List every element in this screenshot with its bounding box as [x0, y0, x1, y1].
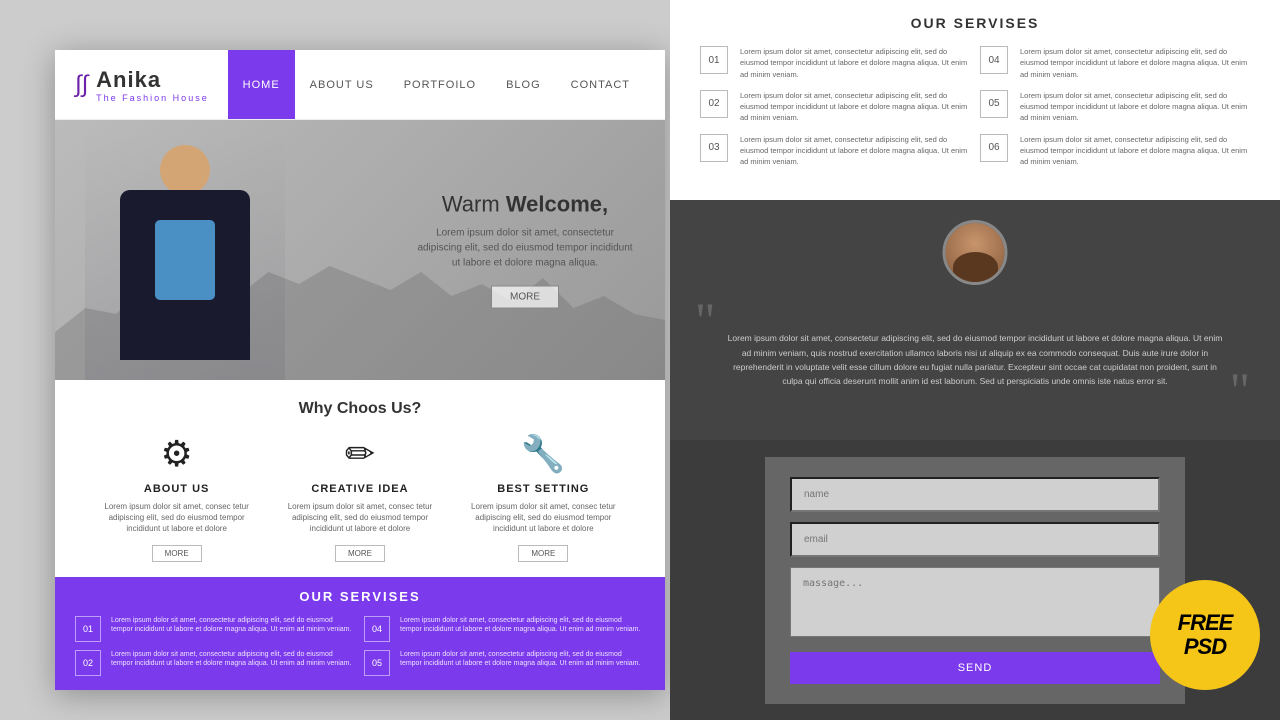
avatar-face: [946, 223, 1005, 282]
contact-form: SEND: [765, 457, 1185, 704]
testimonial-text: Lorem ipsum dolor sit amet, consectetur …: [725, 331, 1225, 389]
service-item-05: 05 Lorem ipsum dolor sit amet, consectet…: [364, 650, 645, 676]
service-num-01: 01: [75, 616, 101, 642]
hero-more-button[interactable]: MORE: [491, 286, 559, 309]
hero-welcome-bold: Welcome,: [506, 192, 608, 217]
person-head: [160, 145, 210, 195]
quote-left-icon: ": [695, 295, 715, 345]
quote-right-icon: ": [1230, 365, 1250, 415]
service-top-num-02: 02: [700, 90, 728, 118]
service-top-num-05: 05: [980, 90, 1008, 118]
hero-section: Warm Welcome, Lorem ipsum dolor sit amet…: [55, 120, 665, 380]
service-num-05: 05: [364, 650, 390, 676]
services-top-grid: 01 Lorem ipsum dolor sit amet, consectet…: [700, 46, 1250, 167]
nav-contact[interactable]: CONTACT: [556, 50, 645, 119]
brand-name: Anika: [96, 67, 209, 93]
send-button[interactable]: SEND: [790, 652, 1160, 684]
service-top-num-04: 04: [980, 46, 1008, 74]
person-silhouette: [105, 140, 265, 380]
nav-home[interactable]: HOME: [228, 50, 295, 119]
site-logo: ∫∫ Anika The Fashion House: [75, 67, 209, 103]
service-top-02: 02 Lorem ipsum dolor sit amet, consectet…: [700, 90, 970, 124]
nav-blog[interactable]: BLOG: [491, 50, 556, 119]
site-header: ∫∫ Anika The Fashion House HOME ABOUT US…: [55, 50, 665, 120]
service-top-text-03: Lorem ipsum dolor sit amet, consectetur …: [740, 134, 970, 168]
hero-person: [85, 130, 285, 380]
why-creative-title: CREATIVE IDEA: [277, 483, 442, 495]
why-creative-desc: Lorem ipsum dolor sit amet, consec tetur…: [277, 501, 442, 535]
service-top-num-01: 01: [700, 46, 728, 74]
why-about-desc: Lorem ipsum dolor sit amet, consec tetur…: [94, 501, 259, 535]
service-top-text-02: Lorem ipsum dolor sit amet, consectetur …: [740, 90, 970, 124]
service-text-02: Lorem ipsum dolor sit amet, consectetur …: [111, 650, 356, 670]
why-choose-title: Why Choos Us?: [85, 400, 635, 418]
why-setting-desc: Lorem ipsum dolor sit amet, consec tetur…: [461, 501, 626, 535]
name-input[interactable]: [790, 477, 1160, 512]
free-psd-badge: FREEPSD: [1150, 580, 1260, 690]
service-text-04: Lorem ipsum dolor sit amet, consectetur …: [400, 616, 645, 636]
service-top-num-06: 06: [980, 134, 1008, 162]
service-top-05: 05 Lorem ipsum dolor sit amet, consectet…: [980, 90, 1250, 124]
service-top-03: 03 Lorem ipsum dolor sit amet, consectet…: [700, 134, 970, 168]
gear-icon: ⚙: [94, 433, 259, 475]
service-top-text-04: Lorem ipsum dolor sit amet, consectetur …: [1020, 46, 1250, 80]
service-item-02: 02 Lorem ipsum dolor sit amet, consectet…: [75, 650, 356, 676]
left-panel: ∫∫ Anika The Fashion House HOME ABOUT US…: [0, 0, 670, 720]
service-text-01: Lorem ipsum dolor sit amet, consectetur …: [111, 616, 356, 636]
hero-welcome: Warm Welcome,: [415, 192, 635, 218]
service-top-text-01: Lorem ipsum dolor sit amet, consectetur …: [740, 46, 970, 80]
brand-tagline: The Fashion House: [96, 93, 209, 103]
right-panel: OUR SERVISES 01 Lorem ipsum dolor sit am…: [670, 0, 1280, 720]
services-top-title: OUR SERVISES: [700, 15, 1250, 31]
why-setting-title: BEST SETTING: [461, 483, 626, 495]
why-items-container: ⚙ ABOUT US Lorem ipsum dolor sit amet, c…: [85, 433, 635, 562]
why-item-creative: ✏ CREATIVE IDEA Lorem ipsum dolor sit am…: [277, 433, 442, 562]
website-mockup: ∫∫ Anika The Fashion House HOME ABOUT US…: [55, 50, 665, 690]
logo-icon: ∫∫: [75, 71, 88, 99]
email-input[interactable]: [790, 522, 1160, 557]
person-body: [120, 190, 250, 360]
hero-description: Lorem ipsum dolor sit amet, consectetur …: [415, 226, 635, 271]
why-about-title: ABOUT US: [94, 483, 259, 495]
service-top-04: 04 Lorem ipsum dolor sit amet, consectet…: [980, 46, 1250, 80]
service-item-01: 01 Lorem ipsum dolor sit amet, consectet…: [75, 616, 356, 642]
why-setting-button[interactable]: MORE: [518, 545, 568, 562]
why-item-setting: 🔧 BEST SETTING Lorem ipsum dolor sit ame…: [461, 433, 626, 562]
why-choose-section: Why Choos Us? ⚙ ABOUT US Lorem ipsum dol…: [55, 380, 665, 577]
person-shirt: [155, 220, 215, 300]
free-psd-text: FREEPSD: [1178, 611, 1233, 659]
testimonial-avatar: [943, 220, 1008, 285]
service-num-02: 02: [75, 650, 101, 676]
why-item-about: ⚙ ABOUT US Lorem ipsum dolor sit amet, c…: [94, 433, 259, 562]
why-about-button[interactable]: MORE: [152, 545, 202, 562]
hero-text: Warm Welcome, Lorem ipsum dolor sit amet…: [415, 192, 635, 309]
why-creative-button[interactable]: MORE: [335, 545, 385, 562]
service-top-01: 01 Lorem ipsum dolor sit amet, consectet…: [700, 46, 970, 80]
service-top-06: 06 Lorem ipsum dolor sit amet, consectet…: [980, 134, 1250, 168]
message-textarea[interactable]: [790, 567, 1160, 637]
service-item-04: 04 Lorem ipsum dolor sit amet, consectet…: [364, 616, 645, 642]
service-text-05: Lorem ipsum dolor sit amet, consectetur …: [400, 650, 645, 670]
logo-text-block: Anika The Fashion House: [96, 67, 209, 103]
main-wrapper: ∫∫ Anika The Fashion House HOME ABOUT US…: [0, 0, 1280, 720]
services-grid-left: 01 Lorem ipsum dolor sit amet, consectet…: [75, 616, 645, 676]
nav-portfolio[interactable]: PORTFOILO: [389, 50, 491, 119]
wrench-icon: 🔧: [461, 433, 626, 475]
services-top-section: OUR SERVISES 01 Lorem ipsum dolor sit am…: [670, 0, 1280, 200]
services-title-left: OUR SERVISES: [75, 589, 645, 604]
site-nav: HOME ABOUT US PORTFOILO BLOG CONTACT: [228, 50, 645, 119]
nav-about[interactable]: ABOUT US: [295, 50, 389, 119]
service-top-num-03: 03: [700, 134, 728, 162]
service-top-text-05: Lorem ipsum dolor sit amet, consectetur …: [1020, 90, 1250, 124]
testimonial-section: " Lorem ipsum dolor sit amet, consectetu…: [670, 200, 1280, 440]
pencil-icon: ✏: [277, 433, 442, 475]
services-section-left: OUR SERVISES 01 Lorem ipsum dolor sit am…: [55, 577, 665, 690]
service-num-04: 04: [364, 616, 390, 642]
service-top-text-06: Lorem ipsum dolor sit amet, consectetur …: [1020, 134, 1250, 168]
